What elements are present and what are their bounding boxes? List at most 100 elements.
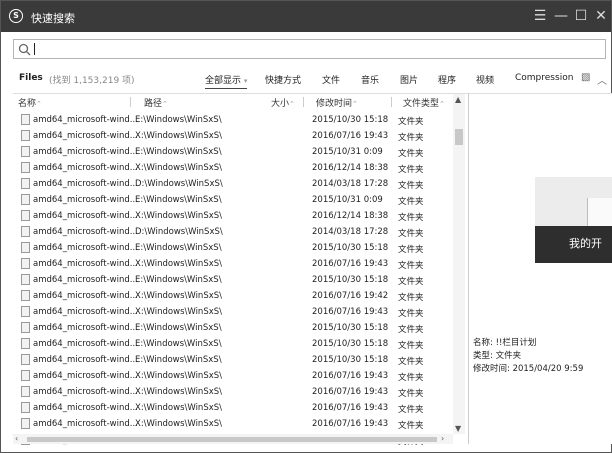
title-bar[interactable]: S 快速搜索 ☰ — ☐ ✕ (1, 1, 611, 32)
cell-date: 2016/07/16 19:43 (312, 387, 389, 397)
table-row[interactable]: amd64_microsoft-wind... D:\Windows\WinSxS… (13, 176, 453, 192)
minimize-button[interactable]: — (552, 7, 570, 25)
cell-date: 2014/03/18 17:28 (312, 179, 389, 189)
cell-date: 2016/07/16 19:43 (312, 419, 389, 429)
cell-path: E:\Windows\WinSxS\ (135, 339, 222, 349)
cell-type: 文件夹 (398, 277, 424, 287)
filter-image[interactable]: 图片 (400, 73, 418, 86)
cell-date: 2015/10/31 0:09 (312, 195, 383, 205)
column-type-label: 文件类型 (403, 99, 440, 109)
table-row[interactable]: amd64_microsoft-wind... X:\Windows\WinSxS… (13, 384, 453, 400)
column-path[interactable]: 路径⌃ (144, 96, 168, 109)
cell-date: 2016/12/14 18:38 (312, 211, 389, 221)
cell-type: 文件夹 (398, 389, 424, 399)
preview-modified: 修改时间: 2015/04/20 9:59 (473, 364, 584, 374)
table-row[interactable]: amd64_microsoft-wind... X:\Windows\WinSxS… (13, 208, 453, 224)
filter-bar: Files (找到 1,153,219 项) 全部显示 ▾ 快捷方式 文件 音乐… (1, 67, 611, 89)
scroll-down-icon[interactable]: ▼ (455, 424, 461, 433)
sort-icon: ⌃ (289, 100, 295, 108)
sort-icon: ⌃ (162, 100, 168, 108)
cell-date: 2015/10/30 15:18 (312, 355, 389, 365)
search-input[interactable] (13, 39, 606, 59)
preview-type: 类型: 文件夹 (473, 351, 522, 361)
image-icon[interactable]: ▧ (581, 72, 590, 83)
file-icon (21, 322, 30, 333)
column-divider[interactable] (130, 97, 131, 107)
preview-thumbnail-text: 我的开 (569, 237, 602, 250)
table-row[interactable]: amd64_microsoft-wind...E:\Windows\WinSxS… (13, 192, 453, 208)
table-row[interactable]: amd64_microsoft-wind...E:\Windows\WinSxS… (13, 352, 453, 368)
menu-icon[interactable]: ☰ (531, 7, 549, 25)
table-row[interactable]: amd64_microsoft-wind...E:\Windows\WinSxS… (13, 272, 453, 288)
files-label: Files (19, 73, 43, 83)
filter-video[interactable]: 视频 (476, 73, 494, 86)
column-date-label: 修改时间 (316, 99, 353, 109)
table-row[interactable]: amd64_microsoft-wind...E:\Windows\WinSxS… (13, 144, 453, 160)
table-row[interactable]: amd64_microsoft-wind... X:\Windows\WinSxS… (13, 416, 453, 432)
cell-type: 文件夹 (398, 293, 424, 303)
filter-shortcut[interactable]: 快捷方式 (265, 73, 301, 86)
cell-name: amd64_microsoft-wind... (33, 307, 138, 317)
filter-compression[interactable]: Compression (515, 73, 573, 83)
table-row[interactable]: amd64_microsoft-wind...E:\Windows\WinSxS… (13, 240, 453, 256)
cell-name: amd64_microsoft-wind... (33, 355, 138, 365)
column-type[interactable]: 文件类型⌃ (403, 96, 445, 109)
table-row[interactable]: amd64_microsoft-wind... X:\Windows\WinSxS… (13, 128, 453, 144)
app-logo-icon: S (9, 9, 23, 23)
file-icon (21, 178, 30, 189)
table-row[interactable]: amd64_microsoft-wind...E:\Windows\WinSxS… (13, 336, 453, 352)
cell-date: 2014/03/18 17:28 (312, 227, 389, 237)
filter-music[interactable]: 音乐 (361, 73, 379, 86)
result-count: (找到 1,153,219 项) (49, 76, 135, 86)
cell-type: 文件夹 (398, 325, 424, 335)
table-row[interactable]: amd64_microsoft-wind... X:\Windows\WinSxS… (13, 160, 453, 176)
chevron-up-icon[interactable]: ︿ (597, 72, 607, 87)
cell-name: amd64_microsoft-wind... (33, 115, 138, 125)
preview-thumbnail-panel (587, 198, 612, 228)
scroll-thumb-horizontal[interactable] (27, 437, 437, 442)
cell-name: amd64_microsoft-wind... (33, 259, 138, 269)
table-row[interactable]: amd64_microsoft-wind...E:\Windows\WinSxS… (13, 320, 453, 336)
horizontal-scrollbar[interactable]: ‹ › (13, 434, 453, 444)
table-row[interactable]: amd64_microsoft-wind...E:\Windows\WinSxS… (13, 112, 453, 128)
cell-path: D:\Windows\WinSxS\ (135, 227, 223, 237)
file-icon (21, 194, 30, 205)
column-date[interactable]: 修改时间⌃ (316, 96, 358, 109)
vertical-scrollbar[interactable]: ▲ ▼ (453, 94, 465, 434)
table-row[interactable]: amd64_microsoft-wind... X:\Windows\WinSxS… (13, 368, 453, 384)
file-icon (21, 130, 30, 141)
column-size-label: 大小 (271, 99, 290, 109)
cell-date: 2016/07/16 19:43 (312, 131, 389, 141)
column-name[interactable]: 名称⌃ (18, 96, 42, 109)
cell-path: X:\Windows\WinSxS\ (135, 307, 223, 317)
close-button[interactable]: ✕ (592, 7, 610, 25)
filter-program[interactable]: 程序 (438, 73, 456, 86)
column-size[interactable]: 大小⌃ (271, 96, 295, 109)
filter-all[interactable]: 全部显示 ▾ (205, 73, 248, 89)
scroll-right-icon[interactable]: › (441, 434, 444, 443)
scroll-up-icon[interactable]: ▲ (455, 95, 461, 104)
table-row[interactable]: amd64_microsoft-wind... X:\Windows\WinSxS… (13, 256, 453, 272)
cell-name: amd64_microsoft-wind... (33, 403, 138, 413)
maximize-button[interactable]: ☐ (572, 7, 590, 25)
table-row[interactable]: amd64_microsoft-wind... X:\Windows\WinSxS… (13, 288, 453, 304)
scroll-thumb[interactable] (455, 129, 463, 145)
filter-file[interactable]: 文件 (322, 73, 340, 86)
table-row[interactable]: amd64_microsoft-wind... X:\Windows\WinSxS… (13, 304, 453, 320)
cell-path: X:\Windows\WinSxS\ (135, 371, 223, 381)
scroll-left-icon[interactable]: ‹ (15, 434, 18, 443)
quick-search-window: S 快速搜索 ☰ — ☐ ✕ Files (找到 1,153,219 项) 全部… (0, 0, 612, 453)
column-divider[interactable] (303, 97, 304, 107)
cell-date: 2015/10/30 15:18 (312, 243, 389, 253)
table-row[interactable]: amd64_microsoft-wind... D:\Windows\WinSxS… (13, 224, 453, 240)
file-icon (21, 370, 30, 381)
cell-date: 2016/07/16 19:42 (312, 291, 389, 301)
file-icon (21, 338, 30, 349)
cell-name: amd64_microsoft-wind... (33, 227, 138, 237)
sort-icon: ⌃ (352, 100, 358, 108)
text-caret (34, 43, 35, 55)
cell-name: amd64_microsoft-wind... (33, 211, 138, 221)
column-divider[interactable] (391, 97, 392, 107)
table-row[interactable]: amd64_microsoft-wind... X:\Windows\WinSxS… (13, 400, 453, 416)
cell-name: amd64_microsoft-wind... (33, 387, 138, 397)
